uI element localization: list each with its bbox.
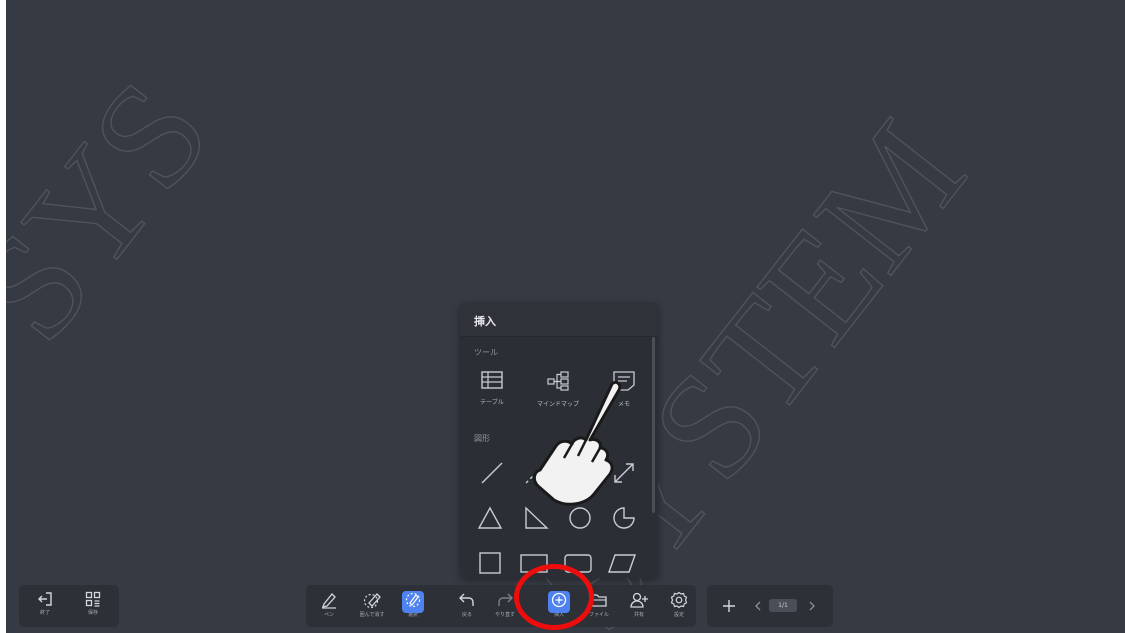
whiteboard-canvas[interactable]: SYS SYSTEM 挿入 ツール テーブル マインドマップ メモ 図形 終了 …	[6, 0, 1125, 633]
right-triangle-shape-icon[interactable]	[522, 504, 550, 532]
tool-table-label: テーブル	[480, 399, 504, 406]
shapes-section-label: 図形	[474, 434, 490, 443]
redo-icon	[498, 593, 513, 606]
pen-icon	[322, 593, 336, 609]
tool-mindmap-label: マインドマップ	[536, 401, 579, 408]
undo-label: 戻る	[461, 612, 472, 618]
undo-icon	[459, 593, 474, 606]
watermark-text-left: SYS	[6, 51, 241, 370]
insert-panel-title: 挿入	[474, 315, 496, 328]
chevron-right-icon[interactable]	[807, 600, 817, 612]
parallelogram-shape-icon[interactable]	[608, 549, 636, 577]
table-icon	[481, 371, 503, 389]
save-grid-icon	[85, 591, 101, 607]
double-arrow-shape-icon[interactable]	[610, 459, 638, 487]
lasso-eraser-button[interactable]: 囲んで消す	[352, 585, 392, 627]
rounded-rectangle-shape-icon[interactable]	[564, 549, 592, 577]
file-button[interactable]: ファイル	[582, 585, 616, 627]
main-toolbar: ペン 囲んで消す 選択 戻る やり直す 挿入 ファイル 共有 設定	[306, 585, 696, 627]
tool-memo[interactable]: メモ	[594, 371, 654, 408]
tool-mindmap[interactable]: マインドマップ	[528, 371, 588, 408]
redo-label: やり直す	[494, 612, 515, 618]
plus-icon[interactable]	[721, 598, 737, 614]
left-toolbar: 終了 保存	[19, 585, 119, 627]
select-button[interactable]: 選択	[396, 585, 430, 627]
tools-section-label: ツール	[474, 348, 498, 357]
circle-shape-icon[interactable]	[566, 504, 594, 532]
save-label: 保存	[87, 610, 98, 616]
settings-button[interactable]: 設定	[662, 585, 696, 627]
lasso-eraser-label: 囲んで消す	[359, 612, 385, 618]
square-shape-icon[interactable]	[476, 549, 504, 577]
share-label: 共有	[633, 612, 644, 618]
mindmap-icon	[547, 371, 569, 391]
exit-label: 終了	[39, 610, 50, 616]
exit-icon	[38, 592, 52, 606]
tool-table[interactable]: テーブル	[462, 371, 522, 406]
page-indicator[interactable]: 1/1	[769, 599, 797, 612]
select-icon	[405, 592, 421, 608]
share-button[interactable]: 共有	[622, 585, 656, 627]
line-shape-icon[interactable]	[478, 459, 506, 487]
settings-icon	[670, 591, 688, 609]
exit-button[interactable]: 終了	[27, 585, 63, 627]
pen-button[interactable]: ペン	[312, 585, 346, 627]
dashed-line-shape-icon[interactable]	[522, 459, 550, 487]
chevron-left-icon[interactable]	[753, 600, 763, 612]
settings-label: 設定	[673, 612, 684, 618]
insert-panel-scrollbar[interactable]	[652, 337, 655, 513]
lasso-eraser-icon	[363, 593, 381, 609]
share-user-icon	[630, 592, 648, 608]
triangle-shape-icon[interactable]	[476, 504, 504, 532]
pie-shape-icon[interactable]	[610, 504, 638, 532]
rectangle-shape-icon[interactable]	[520, 549, 548, 577]
undo-button[interactable]: 戻る	[450, 585, 484, 627]
save-button[interactable]: 保存	[75, 585, 111, 627]
insert-plus-icon	[551, 592, 567, 608]
folder-icon	[591, 594, 607, 607]
file-label: ファイル	[588, 612, 609, 618]
insert-panel: 挿入 ツール テーブル マインドマップ メモ 図形	[460, 303, 658, 578]
insert-button[interactable]: 挿入	[542, 585, 576, 627]
memo-icon	[613, 371, 635, 391]
pen-label: ペン	[323, 612, 334, 618]
tool-memo-label: メモ	[617, 401, 630, 408]
redo-button[interactable]: やり直す	[488, 585, 522, 627]
